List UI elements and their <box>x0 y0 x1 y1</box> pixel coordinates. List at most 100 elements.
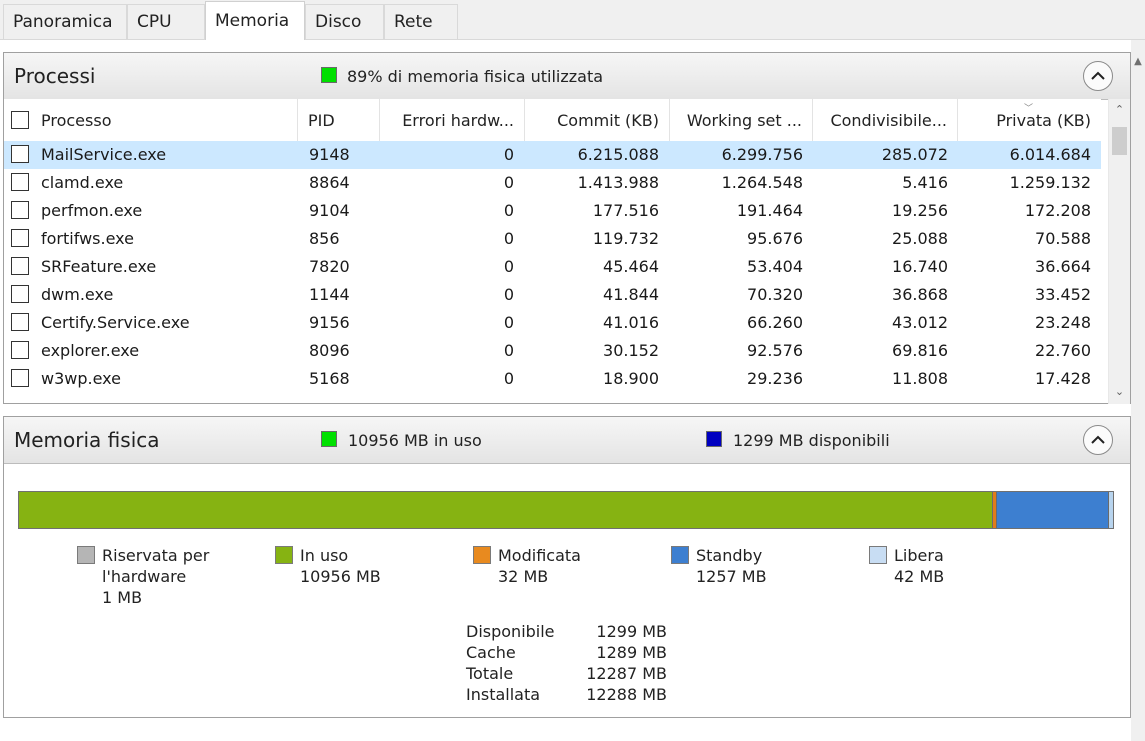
cell-shared: 5.416 <box>902 173 948 192</box>
memory-usage-text: 89% di memoria fisica utilizzata <box>347 67 604 86</box>
cell-pid: 8096 <box>309 341 350 360</box>
stat-totale-label: Totale <box>466 664 514 683</box>
tab-panoramica[interactable]: Panoramica <box>3 4 127 39</box>
process-checkbox[interactable] <box>11 201 29 219</box>
legend-standby-value: 1257 MB <box>696 567 767 586</box>
cell-faults: 0 <box>503 229 514 248</box>
stat-totale-value: 12287 MB <box>586 664 667 683</box>
legend-standby-text: Standby 1257 MB <box>696 545 767 587</box>
cell-ws: 95.676 <box>747 229 803 248</box>
column-privata[interactable]: ﹀ Privata (KB) <box>958 99 1101 141</box>
select-all-checkbox[interactable] <box>11 111 29 129</box>
physical-memory-header: Memoria fisica 10956 MB in uso 1299 MB d… <box>4 417 1130 464</box>
collapse-processes-button[interactable] <box>1083 61 1113 91</box>
process-row[interactable]: SRFeature.exe 7820 0 45.464 53.404 16.740 36.6… <box>4 253 1101 281</box>
process-checkbox[interactable] <box>11 173 29 191</box>
process-row[interactable]: fortifws.exe 856 0 119.732 95.676 25.088 70.58… <box>4 225 1101 253</box>
process-table-header: Processo PID Errori hardw... Commit (KB)… <box>4 99 1101 141</box>
cell-shared: 19.256 <box>892 201 948 220</box>
column-privata-label: Privata (KB) <box>996 110 1091 130</box>
tab-disco[interactable]: Disco <box>305 4 384 39</box>
cell-name: perfmon.exe <box>41 201 143 220</box>
cell-faults: 0 <box>503 285 514 304</box>
legend-in-use-value: 10956 MB <box>300 567 381 586</box>
memory-composition-bar <box>18 491 1114 529</box>
window-scroll-up-icon[interactable]: ▲ <box>1132 56 1144 67</box>
process-checkbox[interactable] <box>11 341 29 359</box>
legend-free-value: 42 MB <box>894 567 945 586</box>
processes-header: Processi 89% di memoria fisica utilizzat… <box>4 53 1130 100</box>
cell-name: clamd.exe <box>41 173 124 192</box>
cell-private: 70.588 <box>1035 229 1091 248</box>
process-row[interactable]: dwm.exe 1144 0 41.844 70.320 36.868 33.452 <box>4 281 1101 309</box>
legend-standby-swatch <box>671 546 689 564</box>
tab-cpu[interactable]: CPU <box>127 4 205 39</box>
cell-pid: 9104 <box>309 201 350 220</box>
process-checkbox[interactable] <box>11 145 29 163</box>
process-checkbox[interactable] <box>11 257 29 275</box>
memory-usage-indicator <box>321 67 337 83</box>
process-row[interactable]: clamd.exe 8864 0 1.413.988 1.264.548 5.416 1.2… <box>4 169 1101 197</box>
column-errori-label: Errori hardw... <box>402 110 514 130</box>
cell-private: 172.208 <box>1024 201 1091 220</box>
chevron-up-icon <box>1091 71 1105 80</box>
column-processo-label: Processo <box>41 110 112 130</box>
in-use-text: 10956 MB in uso <box>348 431 482 450</box>
window-scrollbar[interactable]: ▲ <box>1131 40 1145 741</box>
tab-memoria[interactable]: Memoria <box>205 1 305 40</box>
bar-segment-libera <box>1108 492 1114 528</box>
column-working-set[interactable]: Working set ... <box>670 99 813 141</box>
cell-ws: 191.464 <box>736 201 803 220</box>
in-use-indicator <box>321 431 337 447</box>
sort-descending-icon: ﹀ <box>1024 104 1034 114</box>
stat-cache-value: 1289 MB <box>596 643 667 662</box>
column-processo[interactable]: Processo <box>4 99 298 141</box>
cell-name: dwm.exe <box>41 285 114 304</box>
legend-modified-swatch <box>473 546 491 564</box>
tab-rete[interactable]: Rete <box>384 4 458 39</box>
process-row[interactable]: Certify.Service.exe 9156 0 41.016 66.260 43.0… <box>4 309 1101 337</box>
cell-shared: 25.088 <box>892 229 948 248</box>
cell-pid: 9148 <box>309 145 350 164</box>
processes-section: Processi 89% di memoria fisica utilizzat… <box>3 52 1131 404</box>
cell-faults: 0 <box>503 369 514 388</box>
bar-segment-in-uso <box>19 492 992 528</box>
cell-ws: 66.260 <box>747 313 803 332</box>
cell-ws: 53.404 <box>747 257 803 276</box>
column-pid[interactable]: PID <box>298 99 380 141</box>
cell-name: SRFeature.exe <box>41 257 157 276</box>
process-row[interactable]: w3wp.exe 5168 0 18.900 29.236 11.808 17.428 <box>4 365 1101 393</box>
available-indicator <box>706 431 722 447</box>
column-condivisibile[interactable]: Condivisibile... <box>813 99 958 141</box>
process-scrollbar[interactable]: ⌃ ⌄ <box>1108 99 1130 404</box>
legend-reserved-line1: Riservata per <box>102 546 210 565</box>
cell-private: 1.259.132 <box>1009 173 1091 192</box>
cell-pid: 5168 <box>309 369 350 388</box>
cell-ws: 6.299.756 <box>721 145 803 164</box>
cell-pid: 856 <box>309 229 340 248</box>
collapse-physical-button[interactable] <box>1083 425 1113 455</box>
cell-faults: 0 <box>503 257 514 276</box>
process-checkbox[interactable] <box>11 369 29 387</box>
legend-modified-value: 32 MB <box>498 567 549 586</box>
scrollbar-thumb[interactable] <box>1112 127 1127 155</box>
bar-segment-standby <box>995 492 1109 528</box>
cell-shared: 36.868 <box>892 285 948 304</box>
column-commit[interactable]: Commit (KB) <box>525 99 670 141</box>
cell-faults: 0 <box>503 173 514 192</box>
legend-reserved-swatch <box>77 546 95 564</box>
process-row[interactable]: MailService.exe 9148 0 6.215.088 6.299.756 28… <box>4 141 1101 169</box>
cell-commit: 18.900 <box>603 369 659 388</box>
process-checkbox[interactable] <box>11 285 29 303</box>
cell-pid: 8864 <box>309 173 350 192</box>
process-row[interactable]: explorer.exe 8096 0 30.152 92.576 69.816 22.76… <box>4 337 1101 365</box>
cell-ws: 29.236 <box>747 369 803 388</box>
process-checkbox[interactable] <box>11 229 29 247</box>
process-checkbox[interactable] <box>11 313 29 331</box>
scroll-up-icon[interactable]: ⌃ <box>1109 103 1130 116</box>
cell-ws: 70.320 <box>747 285 803 304</box>
process-row[interactable]: perfmon.exe 9104 0 177.516 191.464 19.256 172.… <box>4 197 1101 225</box>
column-errori[interactable]: Errori hardw... <box>380 99 525 141</box>
cell-ws: 92.576 <box>747 341 803 360</box>
scroll-down-icon[interactable]: ⌄ <box>1109 385 1130 398</box>
